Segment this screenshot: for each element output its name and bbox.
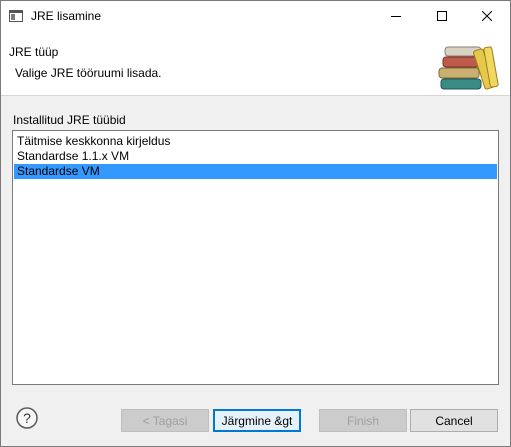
help-icon: ? [16, 407, 38, 429]
list-item-selected[interactable]: Standardse VM [14, 164, 497, 179]
jre-types-label: Installitud JRE tüübid [13, 113, 126, 127]
minimize-button[interactable] [373, 1, 419, 31]
list-item[interactable]: Täitmise keskkonna kirjeldus [14, 134, 497, 149]
minimize-icon [391, 16, 401, 17]
maximize-button[interactable] [419, 1, 465, 31]
finish-button[interactable]: Finish [319, 409, 407, 432]
next-button[interactable]: Järgmine &gt [213, 409, 301, 432]
window-title: JRE lisamine [31, 9, 102, 23]
title-bar[interactable]: JRE lisamine [1, 1, 510, 31]
wizard-header: JRE tüüp Valige JRE tööruumi lisada. [1, 31, 510, 96]
close-button[interactable] [464, 1, 510, 31]
add-jre-dialog: JRE lisamine JRE tüüp Valige JRE tööruum… [0, 0, 511, 447]
app-window-icon [9, 10, 23, 22]
svg-text:?: ? [23, 410, 31, 426]
back-button[interactable]: < Tagasi [121, 409, 209, 432]
cancel-button[interactable]: Cancel [410, 409, 498, 432]
maximize-icon [437, 11, 447, 21]
list-item[interactable]: Standardse 1.1.x VM [14, 149, 497, 164]
help-button[interactable]: ? [16, 407, 38, 429]
close-icon [482, 11, 492, 21]
jre-type-list[interactable]: Täitmise keskkonna kirjeldus Standardse … [12, 130, 499, 385]
library-books-icon [435, 39, 499, 91]
page-title: JRE tüüp [9, 45, 59, 59]
page-description: Valige JRE tööruumi lisada. [15, 66, 162, 80]
